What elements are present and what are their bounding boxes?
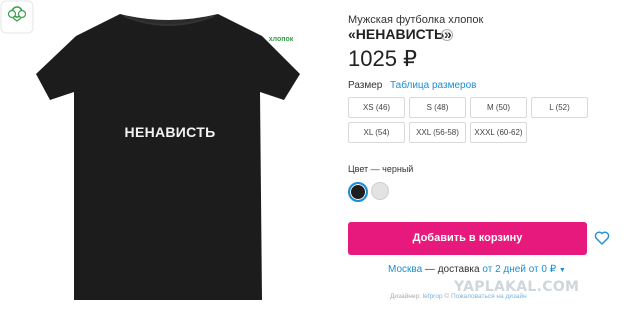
size-option-xl[interactable]: XL (54): [348, 122, 405, 143]
size-option-l[interactable]: L (52): [531, 97, 588, 118]
cotton-label: хлопок: [268, 36, 294, 43]
size-option-xxxl[interactable]: XXXL (60-62): [470, 122, 527, 143]
delivery-info: Москва — доставка от 2 дней от 0 ₽ ▼: [388, 264, 566, 275]
heart-icon[interactable]: [594, 230, 610, 246]
add-to-cart-button[interactable]: Добавить в корзину: [348, 222, 587, 255]
product-title: «НЕНАВИСТЬ»: [348, 26, 452, 42]
designer-prefix: Дизайнер:: [390, 293, 423, 300]
info-icon[interactable]: i: [441, 29, 453, 41]
size-option-xs[interactable]: XS (46): [348, 97, 405, 118]
color-swatch-black[interactable]: [348, 182, 368, 202]
tshirt-image: [36, 14, 300, 300]
product-subtitle: Мужская футболка хлопок: [348, 14, 484, 26]
product-image: НЕНАВИСТЬ хлопок: [0, 0, 330, 317]
shirt-print-text: НЕНАВИСТЬ: [124, 124, 216, 140]
watermark: YAPLAKAL.COM: [454, 279, 580, 295]
product-info: Мужская футболка хлопок «НЕНАВИСТЬ» i 10…: [348, 0, 640, 317]
chevron-down-icon[interactable]: ▼: [559, 267, 566, 274]
cotton-icon: [0, 0, 34, 34]
product-price: 1025 ₽: [348, 46, 418, 71]
size-label: Размер: [348, 80, 383, 91]
delivery-text: — доставка: [422, 264, 483, 275]
color-label: Цвет — черный: [348, 164, 414, 174]
size-option-xxl[interactable]: XXL (56-58): [409, 122, 466, 143]
color-swatch-white[interactable]: [371, 182, 389, 200]
designer-separator: ©: [442, 293, 451, 300]
delivery-days-link[interactable]: от 2 дней от 0 ₽: [482, 264, 556, 275]
size-option-m[interactable]: M (50): [470, 97, 527, 118]
delivery-city-link[interactable]: Москва: [388, 264, 422, 275]
designer-link[interactable]: lefprop: [423, 293, 443, 300]
size-option-s[interactable]: S (48): [409, 97, 466, 118]
size-table-link[interactable]: Таблица размеров: [390, 80, 476, 91]
